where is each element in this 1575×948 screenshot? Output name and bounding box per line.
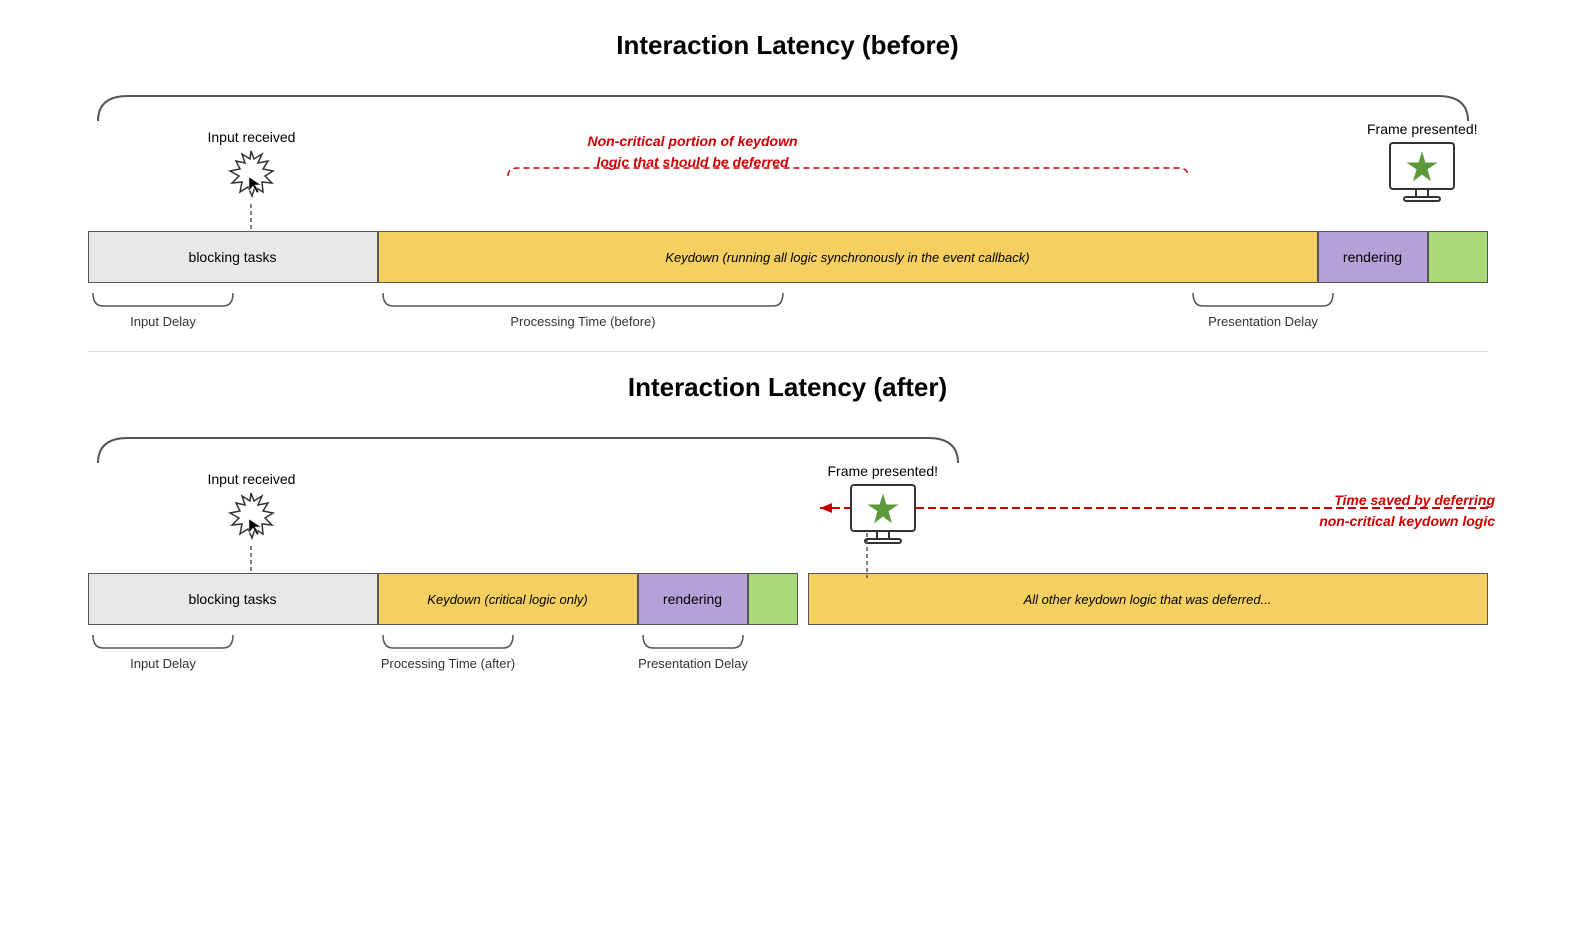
after-section: Interaction Latency (after) Time saved b… (60, 372, 1515, 653)
before-blocks-row: blocking tasks Keydown (running all logi… (88, 231, 1488, 283)
after-frame-dotted (866, 533, 868, 578)
before-section: Interaction Latency (before) Input recei… (60, 30, 1515, 311)
before-timeline: Input received Frame presented! (88, 91, 1488, 311)
svg-text:Presentation Delay: Presentation Delay (1208, 314, 1318, 329)
before-red-line1: Non-critical portion of keydown (588, 131, 798, 152)
after-frame-annotation: Frame presented! (828, 463, 939, 553)
before-block-green (1428, 231, 1488, 283)
after-input-annotation: Input received (208, 471, 296, 586)
svg-text:Processing Time (after): Processing Time (after) (380, 656, 514, 671)
svg-text:Input Delay: Input Delay (130, 314, 196, 329)
main-container: Interaction Latency (before) Input recei… (0, 0, 1575, 723)
svg-text:Input Delay: Input Delay (130, 656, 196, 671)
after-block-deferred: All other keydown logic that was deferre… (808, 573, 1488, 625)
before-burst-icon (226, 149, 276, 199)
after-block-rendering: rendering (638, 573, 748, 625)
after-top-brace (88, 433, 1488, 473)
before-input-annotation: Input received (208, 129, 296, 244)
before-labels-svg: Input Delay Processing Time (before) Pre… (88, 288, 1488, 348)
after-block-keydown: Keydown (critical logic only) (378, 573, 638, 625)
after-frame-label: Frame presented! (828, 463, 939, 479)
before-input-label: Input received (208, 129, 296, 145)
after-block-green (748, 573, 798, 625)
before-red-dashed (508, 166, 1408, 186)
after-blocks-row: blocking tasks Keydown (critical logic o… (88, 573, 1488, 625)
before-top-brace (88, 91, 1488, 131)
section-divider (88, 351, 1488, 352)
after-input-label: Input received (208, 471, 296, 487)
before-block-keydown: Keydown (running all logic synchronously… (378, 231, 1318, 283)
after-title: Interaction Latency (after) (60, 372, 1515, 403)
svg-text:Presentation Delay: Presentation Delay (638, 656, 748, 671)
after-labels-svg: Input Delay Processing Time (after) Pres… (88, 630, 1488, 690)
after-block-blocking: blocking tasks (88, 573, 378, 625)
before-frame-label: Frame presented! (1367, 121, 1478, 137)
after-burst-icon (226, 491, 276, 541)
before-title: Interaction Latency (before) (60, 30, 1515, 61)
after-timeline: Input received Frame presented! (88, 433, 1488, 653)
after-monitor-icon (843, 483, 923, 548)
before-block-blocking: blocking tasks (88, 231, 378, 283)
before-block-rendering: rendering (1318, 231, 1428, 283)
svg-text:Processing Time (before): Processing Time (before) (510, 314, 655, 329)
